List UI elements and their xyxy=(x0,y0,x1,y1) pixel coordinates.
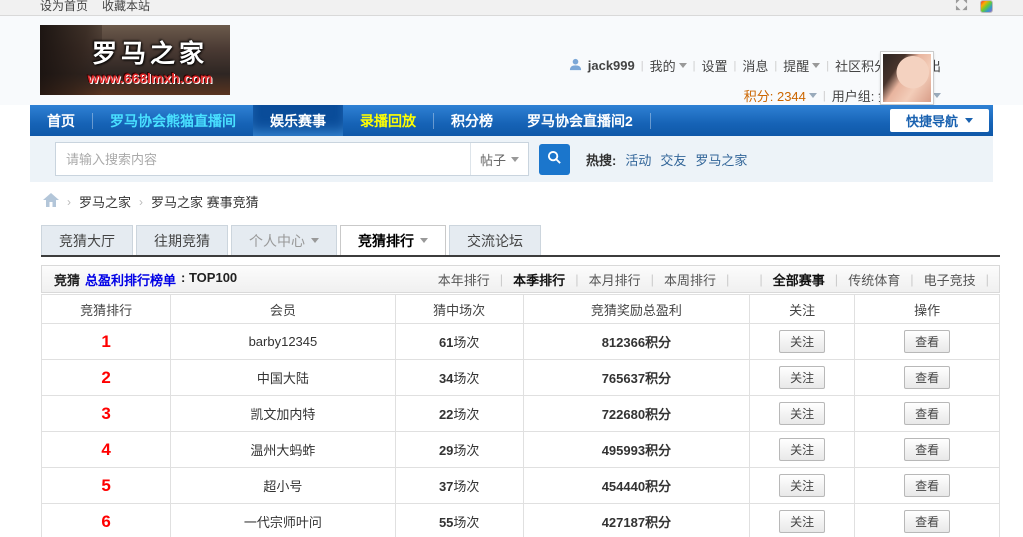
user-avatar[interactable] xyxy=(881,52,933,104)
follow-button[interactable]: 关注 xyxy=(779,366,825,389)
follow-button[interactable]: 关注 xyxy=(779,474,825,497)
follow-button[interactable]: 关注 xyxy=(779,438,825,461)
tab-forum[interactable]: 交流论坛 xyxy=(449,225,541,255)
member-name[interactable]: barby12345 xyxy=(249,334,318,349)
menu-messages[interactable]: 消息 xyxy=(742,56,768,75)
username-link[interactable]: jack999 xyxy=(588,58,635,73)
rank-number: 2 xyxy=(101,368,110,387)
search-type-dropdown[interactable]: 帖子 xyxy=(470,143,528,175)
width-toggle-icon[interactable] xyxy=(955,0,968,14)
rank-number: 5 xyxy=(101,476,110,495)
menu-settings[interactable]: 设置 xyxy=(701,56,727,75)
rank-number: 3 xyxy=(101,404,110,423)
theme-palette-icon[interactable] xyxy=(980,0,993,13)
col-member-header: 会员 xyxy=(171,295,395,324)
table-row: 1 barby12345 61场次 812366积分 关注 查看 xyxy=(42,324,1000,360)
filter-all-events[interactable]: 全部赛事 xyxy=(773,270,825,289)
col-rank-header: 竞猜排行 xyxy=(42,295,171,324)
logo-url: www.668lmxh.com xyxy=(88,70,213,86)
menu-notifications[interactable]: 提醒 xyxy=(783,56,820,75)
search-bar-row: 帖子 热搜: 活动 交友 罗马之家 xyxy=(30,136,993,182)
rank-filter-bar: 竞猜 总盈利排行榜单 : TOP100 本年排行 | 本季排行 | 本月排行 |… xyxy=(41,265,1000,293)
bookmark-site-link[interactable]: 收藏本站 xyxy=(102,0,150,14)
col-action-header: 操作 xyxy=(855,295,1000,324)
member-name[interactable]: 超小号 xyxy=(263,479,302,494)
tab-past[interactable]: 往期竞猜 xyxy=(136,225,228,255)
site-header: 罗马之家 www.668lmxh.com jack999 | 我的 | 设置 |… xyxy=(0,16,1023,105)
site-logo[interactable]: 罗马之家 www.668lmxh.com xyxy=(40,25,230,95)
col-profit-header: 竞猜奖励总盈利 xyxy=(523,295,749,324)
follow-button[interactable]: 关注 xyxy=(779,330,825,353)
main-nav: 首页 罗马协会熊猫直播间 娱乐赛事 录播回放 积分榜 罗马协会直播间2 快捷导航 xyxy=(30,105,993,136)
rank-title: 竞猜 总盈利排行榜单 : TOP100 xyxy=(54,270,237,289)
tab-ranking[interactable]: 竞猜排行 xyxy=(340,225,446,255)
table-row: 5 超小号 37场次 454440积分 关注 查看 xyxy=(42,468,1000,504)
hot-search-label: 热搜: xyxy=(586,150,616,169)
search-button[interactable] xyxy=(539,144,570,175)
nav-home[interactable]: 首页 xyxy=(30,105,92,136)
member-name[interactable]: 一代宗师叶问 xyxy=(244,515,322,530)
follow-button[interactable]: 关注 xyxy=(779,510,825,533)
table-row: 3 凯文加内特 22场次 722680积分 关注 查看 xyxy=(42,396,1000,432)
rank-title-highlight: 总盈利排行榜单 xyxy=(85,270,176,289)
user-panel: jack999 | 我的 | 设置 | 消息 | 提醒 | 社区积分榜 | 退出… xyxy=(569,56,941,105)
tab-personal-center[interactable]: 个人中心 xyxy=(231,225,337,255)
follow-button[interactable]: 关注 xyxy=(779,402,825,425)
member-name[interactable]: 凯文加内特 xyxy=(250,407,315,422)
top-strip: 设为首页 收藏本站 xyxy=(0,0,1023,16)
search-icon xyxy=(547,150,562,168)
logo-title: 罗马之家 xyxy=(92,34,208,70)
view-button[interactable]: 查看 xyxy=(904,474,950,497)
rank-number: 6 xyxy=(101,512,110,531)
ranking-table: 竞猜排行 会员 猜中场次 竞猜奖励总盈利 关注 操作 1 barby12345 … xyxy=(41,294,1000,537)
view-button[interactable]: 查看 xyxy=(904,438,950,461)
breadcrumb-forum[interactable]: 罗马之家 xyxy=(79,192,131,211)
col-follow-header: 关注 xyxy=(749,295,854,324)
member-name[interactable]: 中国大陆 xyxy=(257,371,309,386)
set-homepage-link[interactable]: 设为首页 xyxy=(40,0,88,14)
tab-lobby[interactable]: 竞猜大厅 xyxy=(41,225,133,255)
user-icon xyxy=(569,58,582,74)
nav-live2[interactable]: 罗马协会直播间2 xyxy=(510,105,650,136)
filter-week[interactable]: 本周排行 xyxy=(664,270,716,289)
view-button[interactable]: 查看 xyxy=(904,510,950,533)
col-games-header: 猜中场次 xyxy=(395,295,523,324)
table-row: 2 中国大陆 34场次 765637积分 关注 查看 xyxy=(42,360,1000,396)
view-button[interactable]: 查看 xyxy=(904,402,950,425)
hot-link-friends[interactable]: 交友 xyxy=(660,150,686,169)
filter-esports[interactable]: 电子竞技 xyxy=(924,270,976,289)
nav-replay[interactable]: 录播回放 xyxy=(343,105,433,136)
nav-score-board[interactable]: 积分榜 xyxy=(434,105,510,136)
rank-number: 4 xyxy=(101,440,110,459)
filter-month[interactable]: 本月排行 xyxy=(589,270,641,289)
hot-link-home[interactable]: 罗马之家 xyxy=(695,150,747,169)
breadcrumb: › 罗马之家 › 罗马之家 赛事竞猜 xyxy=(43,192,1023,211)
view-button[interactable]: 查看 xyxy=(904,330,950,353)
table-row: 6 一代宗师叶问 55场次 427187积分 关注 查看 xyxy=(42,504,1000,537)
member-name[interactable]: 温州大蚂蚱 xyxy=(250,443,315,458)
section-tabs: 竞猜大厅 往期竞猜 个人中心 竞猜排行 交流论坛 xyxy=(41,225,1000,257)
filter-quarter[interactable]: 本季排行 xyxy=(513,270,565,289)
hot-link-activity[interactable]: 活动 xyxy=(625,150,651,169)
search-input[interactable] xyxy=(56,152,470,167)
view-button[interactable]: 查看 xyxy=(904,366,950,389)
user-score[interactable]: 积分: 2344 xyxy=(744,86,817,105)
home-icon[interactable] xyxy=(43,193,59,210)
nav-panda-live[interactable]: 罗马协会熊猫直播间 xyxy=(93,105,253,136)
menu-mine[interactable]: 我的 xyxy=(650,56,687,75)
quick-nav-button[interactable]: 快捷导航 xyxy=(890,109,989,132)
nav-entertainment[interactable]: 娱乐赛事 xyxy=(253,105,343,136)
rank-number: 1 xyxy=(101,332,110,351)
filter-year[interactable]: 本年排行 xyxy=(438,270,490,289)
filter-traditional-sports[interactable]: 传统体育 xyxy=(848,270,900,289)
breadcrumb-current[interactable]: 罗马之家 赛事竞猜 xyxy=(151,192,259,211)
table-row: 4 温州大蚂蚱 29场次 495993积分 关注 查看 xyxy=(42,432,1000,468)
table-header-row: 竞猜排行 会员 猜中场次 竞猜奖励总盈利 关注 操作 xyxy=(42,295,1000,324)
search-box: 帖子 xyxy=(55,142,529,176)
